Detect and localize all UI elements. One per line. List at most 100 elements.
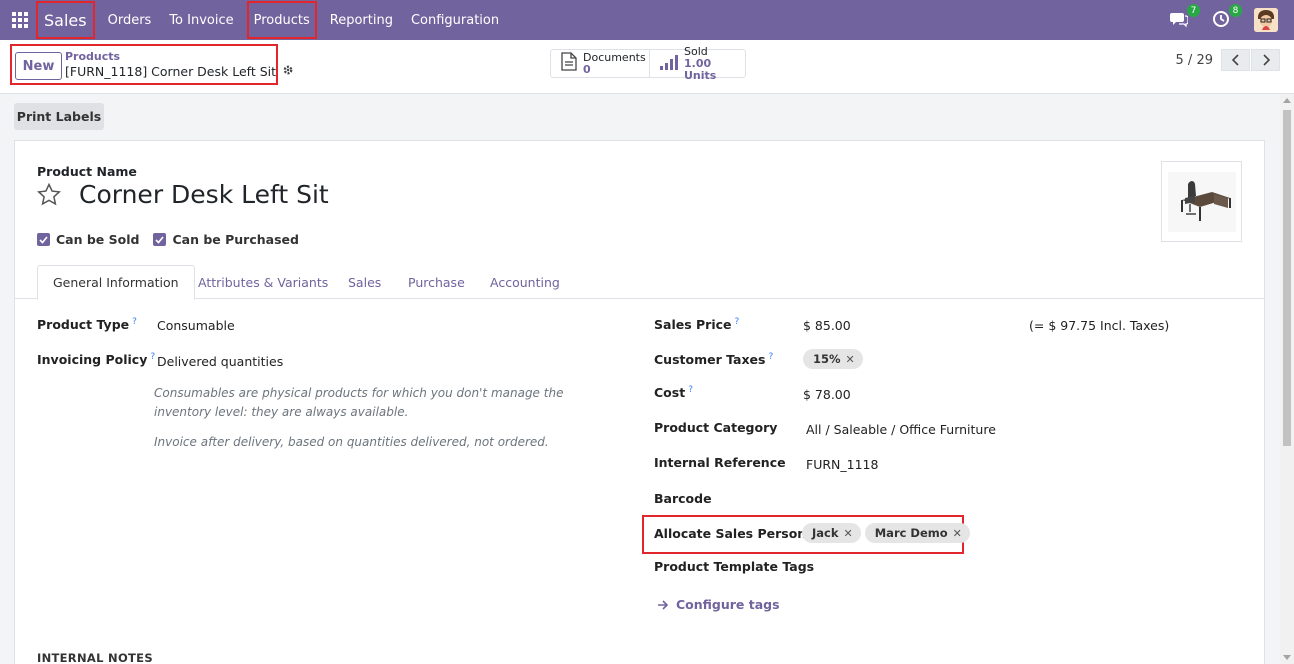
gear-icon[interactable] xyxy=(282,64,294,79)
apps-menu-icon[interactable] xyxy=(0,0,40,40)
internal-reference-value[interactable]: FURN_1118 xyxy=(806,457,878,472)
salesperson-tag-label: Marc Demo xyxy=(874,526,948,540)
help-question-icon[interactable]: ? xyxy=(132,317,137,327)
salesperson-tag-marc-demo[interactable]: Marc Demo ✕ xyxy=(864,523,970,543)
help-question-icon[interactable]: ? xyxy=(150,352,155,362)
remove-tag-icon[interactable]: ✕ xyxy=(953,527,962,540)
signal-bars-icon xyxy=(660,54,678,74)
customer-taxes-field[interactable]: 15% ✕ xyxy=(803,349,867,369)
nav-to-invoice[interactable]: To Invoice xyxy=(160,0,242,40)
new-button[interactable]: New xyxy=(15,52,62,80)
internal-reference-label: Internal Reference xyxy=(654,455,786,470)
pager: 5 / 29 xyxy=(1176,49,1280,71)
incl-taxes-value: (= $ 97.75 Incl. Taxes) xyxy=(1029,318,1170,333)
barcode-label: Barcode xyxy=(654,491,712,506)
documents-count: 0 xyxy=(583,62,591,76)
sales-price-value[interactable]: $ 85.00 xyxy=(803,318,851,333)
sale-purchase-checkboxes: Can be Sold Can be Purchased xyxy=(37,232,313,247)
activities-badge: 8 xyxy=(1229,4,1242,17)
tab-accounting[interactable]: Accounting xyxy=(475,265,575,299)
cost-value[interactable]: $ 78.00 xyxy=(803,387,851,402)
messages-icon[interactable]: 7 xyxy=(1170,4,1200,30)
tab-purchase[interactable]: Purchase xyxy=(393,265,480,299)
product-type-label-text: Product Type xyxy=(37,317,130,333)
pager-next-button[interactable] xyxy=(1251,49,1280,71)
customer-taxes-label: Customer Taxes? xyxy=(654,352,773,367)
chevron-left-icon xyxy=(1231,54,1239,66)
desk-image-icon xyxy=(1167,171,1236,232)
activities-clock-icon[interactable]: 8 xyxy=(1212,4,1242,30)
sold-stat-button[interactable]: Sold 1.00 Units xyxy=(650,45,745,81)
nav-reporting[interactable]: Reporting xyxy=(321,0,402,40)
nav-configuration[interactable]: Configuration xyxy=(402,0,508,40)
top-navbar: Sales Orders To Invoice Products Reporti… xyxy=(0,0,1294,40)
tax-tag-label: 15% xyxy=(813,352,841,366)
salesperson-tag-label: Jack xyxy=(812,526,839,540)
customer-taxes-label-text: Customer Taxes xyxy=(654,352,766,368)
star-favorite-icon[interactable] xyxy=(36,182,62,210)
tax-tag[interactable]: 15% ✕ xyxy=(803,349,863,369)
scroll-up-arrow-icon[interactable] xyxy=(1283,98,1291,103)
can-be-sold-checkbox[interactable] xyxy=(37,233,50,246)
configure-tags-label: Configure tags xyxy=(676,597,780,612)
pager-previous-button[interactable] xyxy=(1221,49,1250,71)
scroll-down-arrow-icon[interactable] xyxy=(1283,655,1291,660)
checkmark-icon xyxy=(39,235,48,244)
breadcrumb-current: [FURN_1118] Corner Desk Left Sit xyxy=(65,64,294,79)
arrow-right-icon xyxy=(658,599,669,610)
nav-orders[interactable]: Orders xyxy=(99,0,161,40)
product-category-value[interactable]: All / Saleable / Office Furniture xyxy=(806,422,996,437)
allocate-salespersons-label: Allocate Sales Persons xyxy=(654,526,814,541)
product-category-label: Product Category xyxy=(654,420,778,435)
document-icon xyxy=(561,52,577,75)
sold-units: 1.00 Units xyxy=(684,56,717,82)
product-type-value[interactable]: Consumable xyxy=(157,318,235,333)
internal-notes-heading: INTERNAL NOTES xyxy=(37,651,153,664)
help-question-icon[interactable]: ? xyxy=(688,385,693,395)
product-type-label: Product Type? xyxy=(37,317,137,332)
breadcrumb-parent-link[interactable]: Products xyxy=(65,50,120,63)
cost-label-text: Cost xyxy=(654,385,686,401)
consumable-help-text: Consumables are physical products for wh… xyxy=(154,386,564,419)
sales-price-label-text: Sales Price xyxy=(654,317,732,333)
nav-products[interactable]: Products xyxy=(246,1,317,39)
tab-attributes-variants[interactable]: Attributes & Variants xyxy=(183,265,343,299)
smart-buttons: Documents 0 Sold 1.00 Units xyxy=(550,45,746,81)
user-avatar[interactable] xyxy=(1254,8,1278,32)
sales-price-label: Sales Price? xyxy=(654,317,739,332)
can-be-sold-label: Can be Sold xyxy=(56,232,140,247)
vertical-scrollbar[interactable] xyxy=(1280,94,1294,664)
product-name-field[interactable]: Corner Desk Left Sit xyxy=(79,180,329,209)
remove-tag-icon[interactable]: ✕ xyxy=(844,527,853,540)
cost-label: Cost? xyxy=(654,385,693,400)
remove-tag-icon[interactable]: ✕ xyxy=(846,353,855,366)
chevron-right-icon xyxy=(1262,54,1270,66)
can-be-purchased-label: Can be Purchased xyxy=(172,232,299,247)
print-labels-button[interactable]: Print Labels xyxy=(14,103,104,130)
tab-sales[interactable]: Sales xyxy=(333,265,396,299)
checkmark-icon xyxy=(155,235,165,244)
sold-label: Sold xyxy=(684,44,708,58)
help-question-icon[interactable]: ? xyxy=(768,352,773,362)
form-sheet: Product Name Corner Desk Left Sit Can be… xyxy=(14,140,1265,664)
configure-tags-link[interactable]: Configure tags xyxy=(657,597,780,612)
product-name-label: Product Name xyxy=(37,164,137,179)
product-template-tags-label: Product Template Tags xyxy=(654,559,815,574)
app-brand-sales[interactable]: Sales xyxy=(36,1,95,39)
can-be-purchased-checkbox[interactable] xyxy=(153,233,167,246)
invoicing-policy-label: Invoicing Policy? xyxy=(37,352,155,367)
form-tabs: General Information Attributes & Variant… xyxy=(15,265,1264,300)
invoicing-policy-label-text: Invoicing Policy xyxy=(37,352,148,368)
invoicing-policy-value[interactable]: Delivered quantities xyxy=(157,354,283,369)
documents-label: Documents xyxy=(583,50,646,64)
help-question-icon[interactable]: ? xyxy=(735,317,740,327)
tab-general-information[interactable]: General Information xyxy=(37,265,195,300)
scrollbar-thumb[interactable] xyxy=(1283,110,1291,446)
salespersons-field[interactable]: Jack ✕ Marc Demo ✕ xyxy=(802,523,974,543)
documents-stat-button[interactable]: Documents 0 xyxy=(551,50,650,77)
product-image[interactable] xyxy=(1161,161,1242,242)
pager-value[interactable]: 5 / 29 xyxy=(1176,53,1213,68)
breadcrumb-current-label: [FURN_1118] Corner Desk Left Sit xyxy=(65,64,277,79)
control-panel: New Products [FURN_1118] Corner Desk Lef… xyxy=(0,40,1294,94)
salesperson-tag-jack[interactable]: Jack ✕ xyxy=(802,523,861,543)
